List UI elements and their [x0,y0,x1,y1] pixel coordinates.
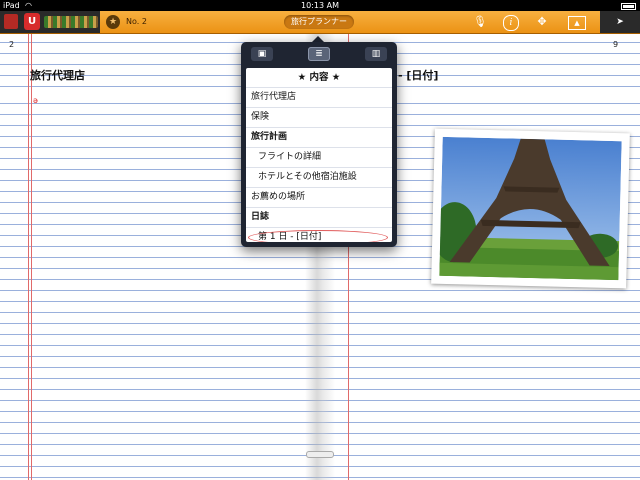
contents-list: ★ 内容 ★ 旅行代理店 保険 旅行計画 フライトの詳細 ホテルとその他宿泊施設… [246,68,392,242]
left-margin-line [28,34,29,480]
toolbar: U ★ No. 2 旅行プランナー 🎙 i ✥ ▲ ➤ [0,11,640,34]
info-icon[interactable]: i [503,15,519,31]
left-page-number: 2 [9,40,15,49]
next-page-icon[interactable]: ➤ [600,11,640,33]
status-bar: iPad ◠ 10:13 AM [0,0,640,11]
list-item[interactable]: フライトの詳細 [246,148,392,168]
list-item[interactable]: 保険 [246,108,392,128]
list-item-selected[interactable]: 第 1 日 - [日付] [246,228,392,242]
clock: 10:13 AM [301,1,339,10]
battery-icon [621,3,636,10]
notebook-app-icon[interactable] [4,14,18,29]
pencil-cursor-icon: ə [33,96,38,105]
microphone-icon[interactable]: 🎙 [472,14,488,30]
drag-handle-icon[interactable]: ✥ [534,14,550,30]
list-item[interactable]: 旅行代理店 [246,88,392,108]
left-page-heading[interactable]: 旅行代理店 [30,67,85,83]
list-item[interactable]: 旅行計画 [246,128,392,148]
photo-image [439,136,622,281]
filmstrip-view-button[interactable]: ▥ [365,47,387,61]
pen-tool-button[interactable]: U [24,13,40,30]
list-item[interactable]: お薦めの場所 [246,188,392,208]
notebook-title-button[interactable]: 旅行プランナー [284,15,354,29]
pencil-set-icon[interactable] [44,16,98,28]
contents-title: ★ 内容 ★ [246,68,392,88]
star-icon[interactable]: ★ [106,15,120,29]
right-page-heading[interactable]: - [日付] [398,67,438,83]
binder-clip [306,451,334,458]
single-page-view-button[interactable]: ▣ [251,47,273,61]
contents-view-button[interactable]: ≣ [308,47,330,61]
image-icon[interactable]: ▲ [568,16,586,30]
notebook-name: No. 2 [126,17,147,26]
left-margin-line [31,34,32,480]
toolbar-left-panel: U [0,11,100,33]
contents-popover: ▣ ≣ ▥ ★ 内容 ★ 旅行代理店 保険 旅行計画 フライトの詳細 ホテルとそ… [241,42,397,247]
right-page-number: 9 [613,40,619,49]
list-item[interactable]: ホテルとその他宿泊施設 [246,168,392,188]
eiffel-tower-photo[interactable] [431,128,630,289]
list-item[interactable]: 日誌 [246,208,392,228]
